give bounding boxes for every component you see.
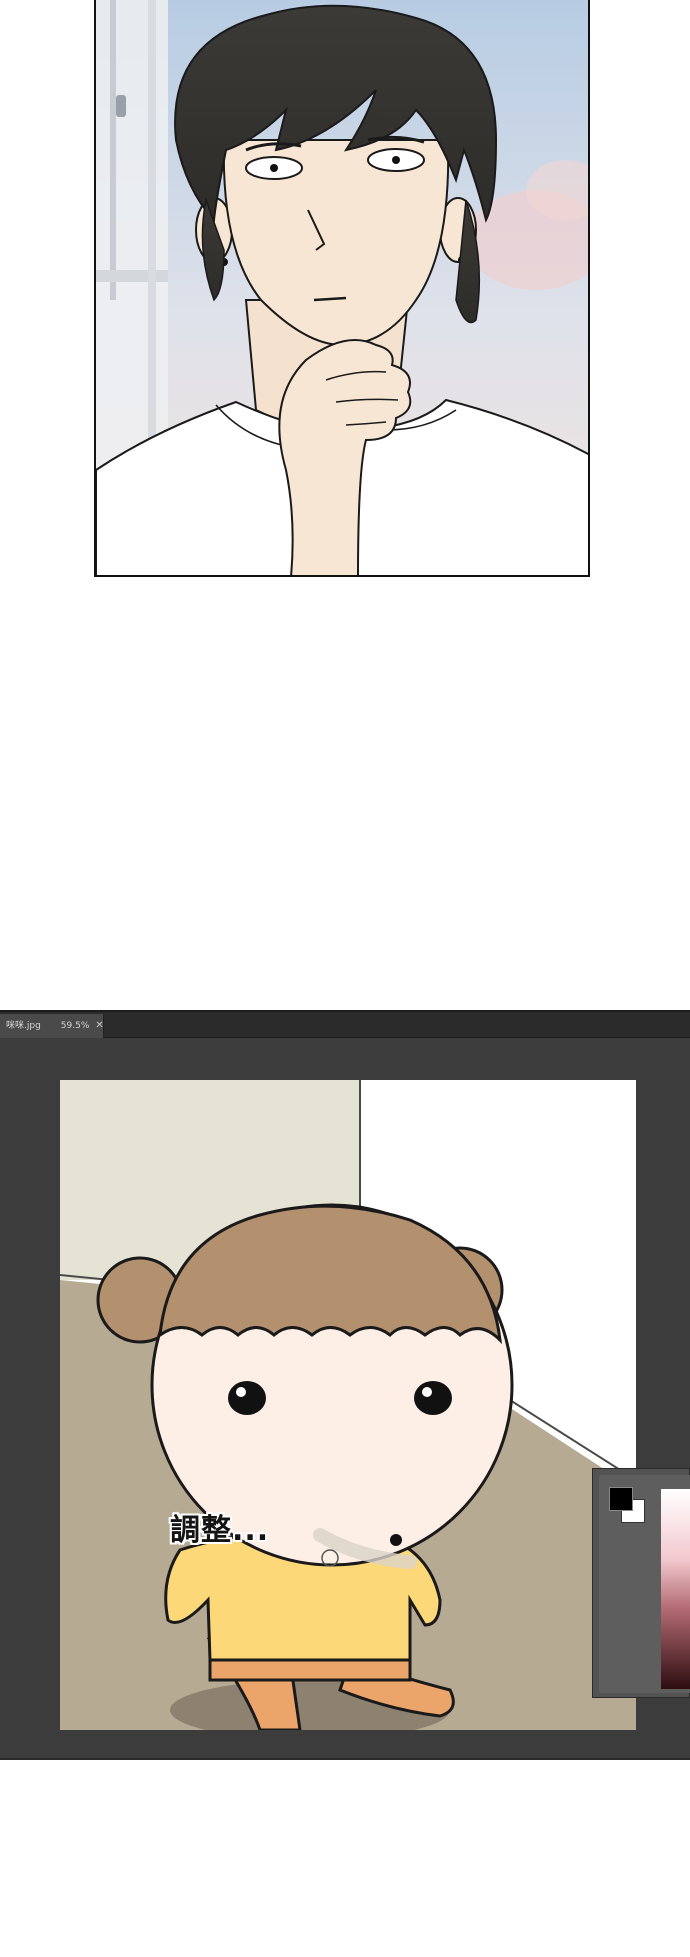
foreground-color-swatch[interactable] <box>609 1487 633 1511</box>
document-tab-bar: 咪咪.jpg 59.5% ✕ <box>0 1012 690 1038</box>
color-spectrum-slider[interactable] <box>661 1489 690 1689</box>
comic-panel-top <box>94 0 590 577</box>
canvas-workspace: 調整... <box>0 1038 690 1758</box>
image-canvas[interactable]: 調整... <box>60 1080 636 1730</box>
document-tab[interactable]: 咪咪.jpg 59.5% ✕ <box>0 1014 104 1038</box>
character-artwork <box>60 1080 636 1730</box>
image-editor-window: 咪咪.jpg 59.5% ✕ 調整... <box>0 1010 690 1760</box>
color-panel <box>592 1468 690 1698</box>
caption-text: 調整... <box>170 1513 270 1548</box>
color-panel-inner <box>599 1475 690 1693</box>
document-tab-zoom: 59.5% <box>60 1021 90 1031</box>
character-illustration <box>96 0 588 575</box>
close-tab-icon[interactable]: ✕ <box>95 1020 103 1031</box>
document-tab-filename: 咪咪.jpg <box>6 1021 41 1031</box>
